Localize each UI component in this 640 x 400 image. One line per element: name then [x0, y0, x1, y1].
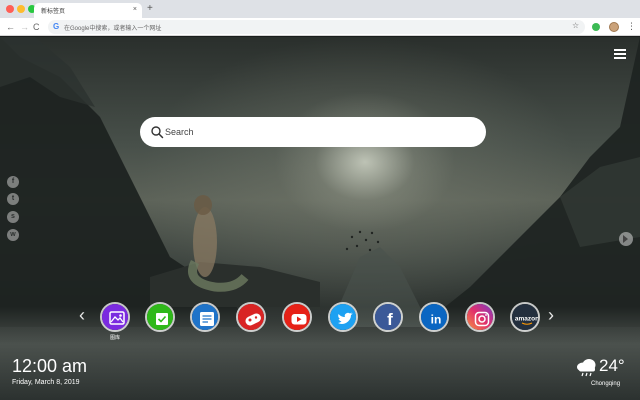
browser-menu-button[interactable]: ⋮: [627, 20, 636, 32]
wallpaper-fog: [0, 307, 640, 400]
gamepad-icon: [238, 304, 264, 330]
shortcut-amazon[interactable]: amazon: [510, 302, 540, 332]
wechat-share-icon[interactable]: w: [7, 229, 19, 241]
clock-date: Friday, March 8, 2019: [12, 379, 80, 386]
hamburger-menu-icon[interactable]: [614, 49, 626, 59]
shortcut-linkedin[interactable]: in: [419, 302, 449, 332]
shortcut-gallery-label: 图库: [109, 335, 120, 341]
shortcut-gallery[interactable]: [100, 302, 130, 332]
svg-text:f: f: [387, 310, 393, 329]
dock-next-arrow[interactable]: ›: [548, 305, 554, 325]
gallery-icon: [102, 304, 128, 330]
svg-text:amazon: amazon: [515, 316, 539, 323]
profile-avatar[interactable]: [609, 22, 619, 32]
close-window-icon[interactable]: [6, 5, 14, 13]
facebook-share-icon[interactable]: f: [7, 176, 19, 188]
address-bar[interactable]: G 在Google中搜索，或者输入一个网址: [48, 20, 585, 34]
twitter-bird-icon: [330, 304, 356, 330]
notes-icon: [192, 304, 218, 330]
new-tab-page: f t s w ‹ › 图库: [0, 37, 640, 400]
shortcut-instagram[interactable]: [465, 302, 495, 332]
extension-icon[interactable]: [592, 23, 600, 31]
shortcut-games[interactable]: [236, 302, 266, 332]
side-panel-toggle-icon[interactable]: [619, 232, 633, 246]
instagram-icon: [467, 304, 493, 330]
google-icon: G: [53, 22, 60, 31]
facebook-icon: f: [375, 304, 401, 330]
dock-prev-arrow[interactable]: ‹: [79, 305, 85, 325]
checklist-icon: [147, 304, 173, 330]
cloud-rain-icon[interactable]: [575, 357, 599, 377]
weather-city: Chongqing: [591, 381, 621, 387]
shortcut-youtube[interactable]: [282, 302, 312, 332]
shortcut-tasks[interactable]: [145, 302, 175, 332]
shortcut-twitter[interactable]: [328, 302, 358, 332]
youtube-icon: [284, 304, 310, 330]
search-icon: [151, 126, 164, 139]
snapchat-share-icon[interactable]: s: [7, 211, 19, 223]
browser-toolbar: ← → C G 在Google中搜索，或者输入一个网址 ☆ ⋮: [0, 18, 640, 36]
linkedin-icon: in: [421, 304, 447, 330]
search-box[interactable]: [140, 117, 486, 147]
svg-text:in: in: [431, 313, 442, 327]
browser-tab-active[interactable]: 新标签页 ×: [34, 3, 142, 18]
reload-button[interactable]: C: [33, 21, 40, 33]
back-button[interactable]: ←: [6, 21, 15, 33]
tab-close-icon[interactable]: ×: [133, 5, 137, 15]
new-tab-button[interactable]: +: [147, 3, 153, 15]
clock-time: 12:00 am: [12, 356, 88, 376]
weather-temperature: 24°: [599, 356, 625, 375]
forward-button[interactable]: →: [20, 21, 29, 33]
amazon-icon: amazon: [512, 304, 539, 330]
bookmark-star-icon[interactable]: ☆: [572, 21, 579, 31]
search-input[interactable]: [165, 124, 465, 140]
shortcut-facebook[interactable]: f: [373, 302, 403, 332]
browser-tab-strip: 新标签页 × +: [0, 0, 640, 18]
shortcut-notes[interactable]: [190, 302, 220, 332]
address-bar-placeholder: 在Google中搜索，或者输入一个网址: [64, 26, 162, 32]
tab-title: 新标签页: [41, 9, 66, 15]
minimize-window-icon[interactable]: [17, 5, 25, 13]
twitter-share-icon[interactable]: t: [7, 193, 19, 205]
